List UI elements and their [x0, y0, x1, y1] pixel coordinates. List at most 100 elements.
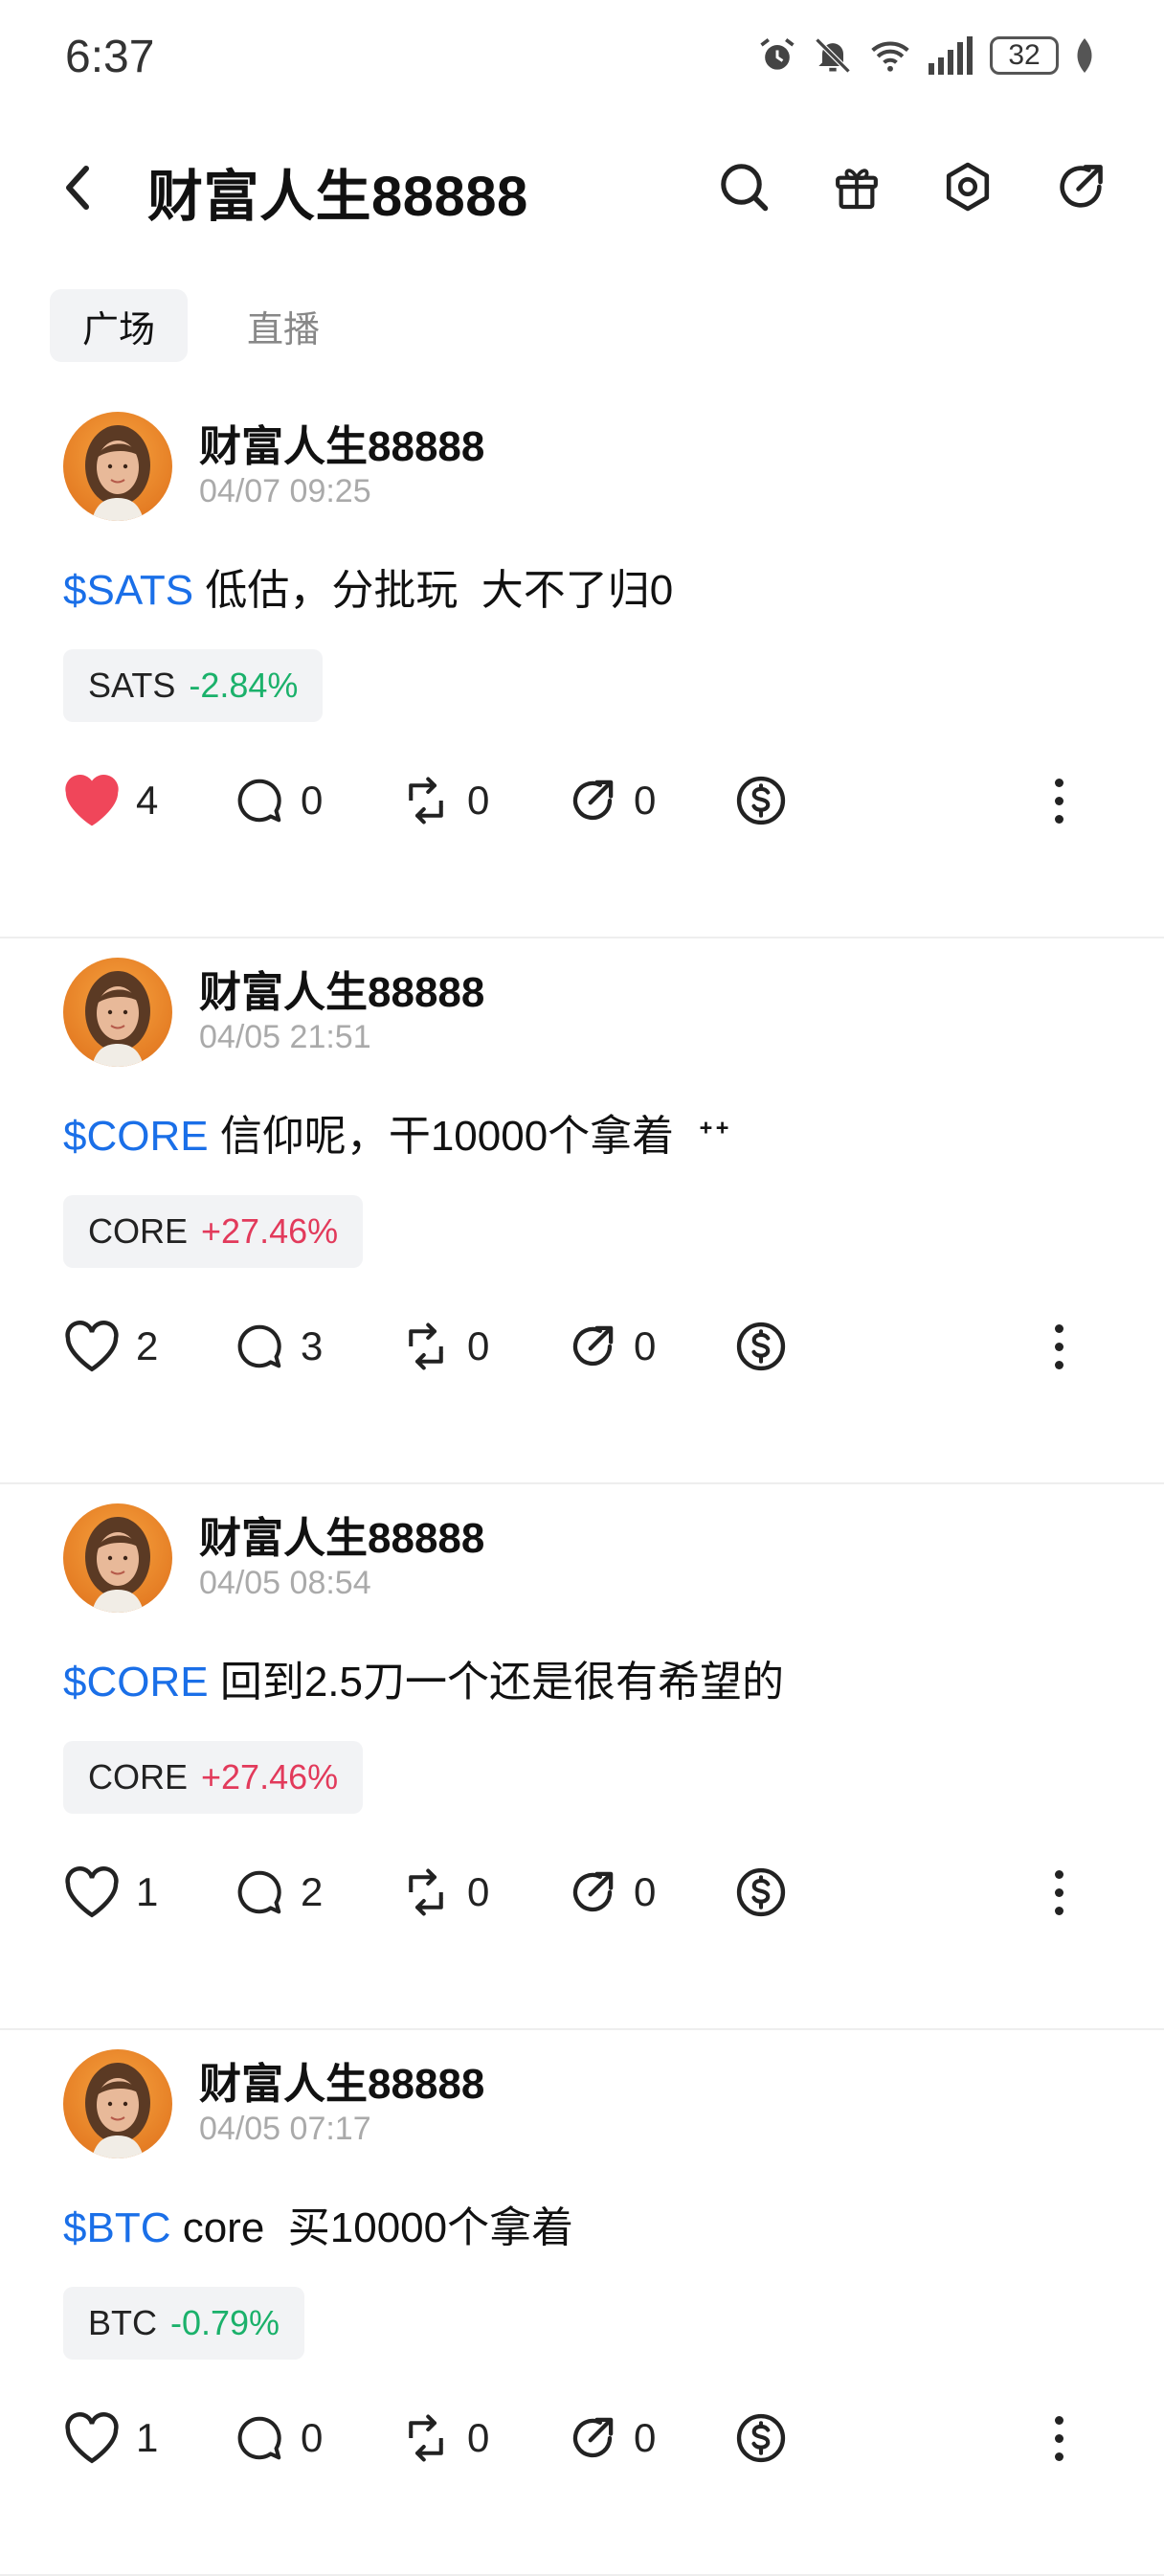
like-button[interactable]: 2	[63, 1308, 158, 1385]
tip-button[interactable]	[733, 1308, 789, 1385]
repost-button[interactable]: 0	[400, 1308, 489, 1385]
ticker-link[interactable]: $SATS	[63, 567, 193, 614]
repost-icon	[409, 1322, 443, 1370]
post-text: 低估，分批玩 大不了归0	[193, 567, 674, 614]
forward-button[interactable]: 0	[567, 1854, 656, 1931]
repost-icon	[409, 1868, 443, 1916]
forward-icon	[572, 1325, 614, 1367]
post-actions: 4 0 0 0	[63, 762, 1116, 839]
gear-icon	[946, 162, 990, 212]
settings-button[interactable]	[934, 153, 1001, 220]
avatar-image	[63, 1503, 172, 1613]
repost-count: 0	[467, 1323, 490, 1368]
status-bar: 6:37 32	[0, 0, 1164, 115]
post-content[interactable]: $CORE 回到2.5刀一个还是很有希望的	[63, 1647, 784, 1708]
chevron-left-icon	[66, 166, 89, 210]
repost-icon	[409, 777, 443, 825]
ticker-change: +27.46%	[201, 1757, 339, 1796]
tip-button[interactable]	[733, 1854, 789, 1931]
avatar[interactable]	[63, 412, 172, 521]
post-card[interactable]: 财富人生88888 04/05 07:17 $BTC core 买10000个拿…	[0, 2030, 1164, 2576]
ticker-chip[interactable]: SATS -2.84%	[63, 649, 324, 722]
tab-live[interactable]: 直播	[214, 289, 352, 362]
forward-button[interactable]: 0	[567, 2400, 656, 2476]
comment-button[interactable]: 2	[234, 1854, 323, 1931]
post-text: 回到2.5刀一个还是很有希望的	[208, 1659, 784, 1706]
post-actions: 2 3 0 0	[63, 1308, 1116, 1385]
like-button[interactable]: 4	[63, 762, 158, 839]
repost-button[interactable]: 0	[400, 2400, 489, 2476]
post-card[interactable]: 财富人生88888 04/05 08:54 $CORE 回到2.5刀一个还是很有…	[0, 1484, 1164, 2030]
search-button[interactable]	[710, 153, 777, 220]
dollar-coin-icon	[736, 2413, 786, 2463]
comment-icon	[237, 2416, 281, 2460]
post-content[interactable]: $CORE 信仰呢，干10000个拿着 ᐩᐩ	[63, 1101, 730, 1163]
post-time: 04/05 08:54	[199, 1565, 371, 1601]
repost-icon	[409, 2414, 443, 2462]
repost-count: 0	[467, 778, 490, 823]
ticker-link[interactable]: $BTC	[63, 2204, 170, 2251]
more-dot	[1054, 1906, 1063, 1915]
ticker-link[interactable]: $CORE	[63, 1113, 209, 1160]
ticker-chip[interactable]: CORE +27.46%	[63, 1195, 364, 1268]
comment-icon	[237, 779, 281, 823]
more-dot	[1054, 1342, 1063, 1351]
more-dot	[1054, 1323, 1063, 1333]
like-count: 4	[136, 778, 159, 823]
more-dot	[1054, 796, 1063, 805]
more-options-button[interactable]	[1040, 1854, 1078, 1931]
comment-button[interactable]: 3	[234, 1308, 323, 1385]
back-button[interactable]	[54, 159, 100, 216]
more-options-button[interactable]	[1040, 1308, 1078, 1385]
dollar-coin-icon	[736, 1322, 786, 1371]
post-author[interactable]: 财富人生88888	[199, 1503, 484, 1565]
ticker-chip[interactable]: BTC -0.79%	[63, 2287, 305, 2360]
page-title: 财富人生88888	[147, 166, 528, 228]
repost-button[interactable]: 0	[400, 762, 489, 839]
more-options-button[interactable]	[1040, 762, 1078, 839]
more-options-button[interactable]	[1040, 2400, 1078, 2476]
avatar-image	[63, 2049, 172, 2158]
ticker-link[interactable]: $CORE	[63, 1659, 209, 1706]
post-card[interactable]: 财富人生88888 04/07 09:25 $SATS 低估，分批玩 大不了归0…	[0, 393, 1164, 938]
repost-button[interactable]: 0	[400, 1854, 489, 1931]
comment-count: 0	[301, 778, 324, 823]
avatar[interactable]	[63, 2049, 172, 2158]
share-button[interactable]	[1047, 153, 1114, 220]
signal-icon	[929, 36, 973, 75]
gift-button[interactable]	[823, 153, 890, 220]
comment-button[interactable]: 0	[234, 762, 323, 839]
post-author[interactable]: 财富人生88888	[199, 958, 484, 1019]
leaf-icon	[1077, 38, 1092, 73]
heart-icon	[65, 1866, 119, 1918]
post-time: 04/07 09:25	[199, 473, 371, 509]
dollar-coin-icon	[736, 1867, 786, 1917]
post-content[interactable]: $BTC core 买10000个拿着	[63, 2193, 573, 2254]
comment-count: 2	[301, 1869, 324, 1914]
post-time: 04/05 21:51	[199, 1019, 371, 1055]
ticker-chip[interactable]: CORE +27.46%	[63, 1741, 364, 1814]
heart-icon	[65, 775, 119, 826]
like-button[interactable]: 1	[63, 2400, 158, 2476]
like-count: 1	[136, 1869, 159, 1914]
post-content[interactable]: $SATS 低估，分批玩 大不了归0	[63, 555, 673, 617]
post-author[interactable]: 财富人生88888	[199, 2049, 484, 2111]
forward-icon	[572, 780, 614, 821]
forward-button[interactable]: 0	[567, 762, 656, 839]
tip-button[interactable]	[733, 762, 789, 839]
comment-button[interactable]: 0	[234, 2400, 323, 2476]
more-dot	[1054, 814, 1063, 824]
forward-button[interactable]: 0	[567, 1308, 656, 1385]
top-nav-bar: 财富人生88888	[0, 124, 1164, 249]
avatar[interactable]	[63, 1503, 172, 1613]
forward-count: 0	[634, 1323, 657, 1368]
post-actions: 1 0 0 0	[63, 2400, 1116, 2476]
avatar[interactable]	[63, 958, 172, 1067]
post-author[interactable]: 财富人生88888	[199, 412, 484, 473]
forward-count: 0	[634, 778, 657, 823]
tab-square[interactable]: 广场	[50, 289, 189, 362]
tip-button[interactable]	[733, 2400, 789, 2476]
like-button[interactable]: 1	[63, 1854, 158, 1931]
ticker-symbol: CORE	[88, 1757, 189, 1796]
post-card[interactable]: 财富人生88888 04/05 21:51 $CORE 信仰呢，干10000个拿…	[0, 938, 1164, 1484]
